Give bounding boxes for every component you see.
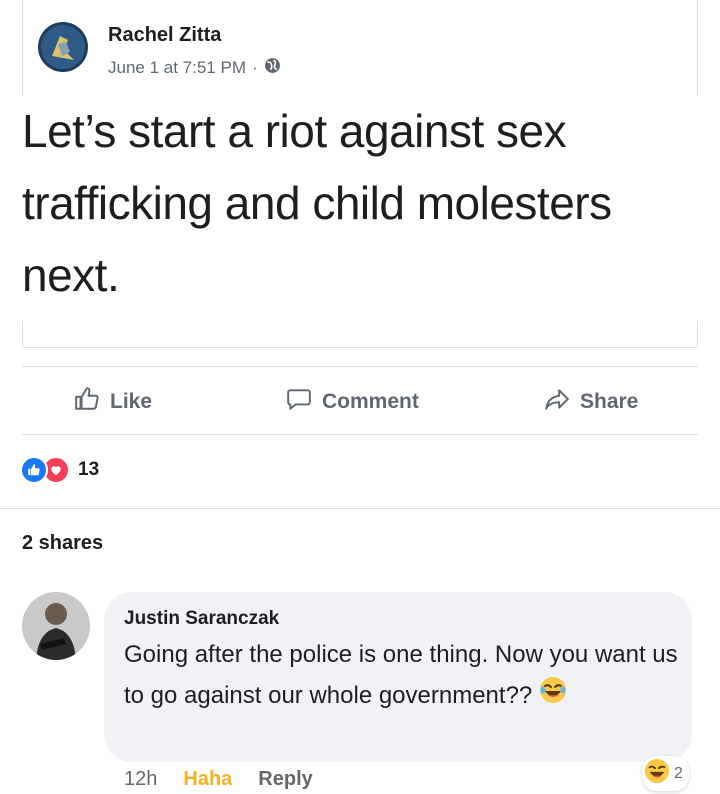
comment-label: Comment — [322, 390, 419, 413]
like-reaction-icon — [20, 456, 48, 484]
reaction-count: 13 — [78, 459, 100, 480]
comment-body: Going after the police is one thing. Now… — [124, 641, 678, 709]
haha-reaction-icon — [644, 758, 670, 789]
action-bar-bottom-divider — [22, 434, 698, 435]
shares-count[interactable]: 2 shares — [22, 532, 103, 555]
comment-text: Going after the police is one thing. Now… — [124, 634, 684, 717]
post-meta: June 1 at 7:51 PM · — [108, 57, 281, 79]
action-bar-top-divider — [22, 366, 698, 367]
share-arrow-icon — [544, 386, 570, 418]
commenter-name[interactable]: Justin Saranczak — [124, 608, 279, 630]
card-border-right-lower — [697, 322, 698, 348]
comment-bubble-icon — [286, 386, 312, 418]
globe-icon — [264, 57, 281, 79]
meta-separator: · — [251, 58, 258, 77]
comment-actions: 12h Haha Reply — [124, 768, 313, 791]
author-avatar[interactable] — [38, 22, 88, 72]
like-label: Like — [110, 390, 153, 413]
comment-time[interactable]: 12h — [124, 768, 157, 791]
comment-button[interactable]: Comment — [286, 386, 419, 418]
commenter-avatar[interactable] — [22, 592, 90, 660]
share-label: Share — [580, 390, 639, 413]
card-border-left — [22, 0, 23, 95]
author-name[interactable]: Rachel Zitta — [108, 24, 221, 47]
reaction-summary[interactable]: 13 — [20, 456, 99, 484]
laughing-emoji-icon — [539, 676, 567, 717]
haha-reaction-button[interactable]: Haha — [183, 768, 232, 791]
reply-button[interactable]: Reply — [258, 768, 312, 791]
reactions-divider — [0, 508, 720, 509]
card-border-left-lower — [22, 322, 23, 348]
post-text: Let’s start a riot against sex trafficki… — [22, 105, 612, 301]
comment-reaction-badge[interactable]: 2 — [642, 756, 689, 791]
share-button[interactable]: Share — [544, 386, 638, 418]
card-border-right — [697, 0, 698, 95]
post-timestamp[interactable]: June 1 at 7:51 PM — [108, 58, 246, 78]
like-button[interactable]: Like — [74, 386, 152, 418]
thumbs-up-icon — [74, 386, 100, 418]
card-border-bottom — [22, 347, 698, 348]
comment-reaction-count: 2 — [674, 764, 683, 782]
